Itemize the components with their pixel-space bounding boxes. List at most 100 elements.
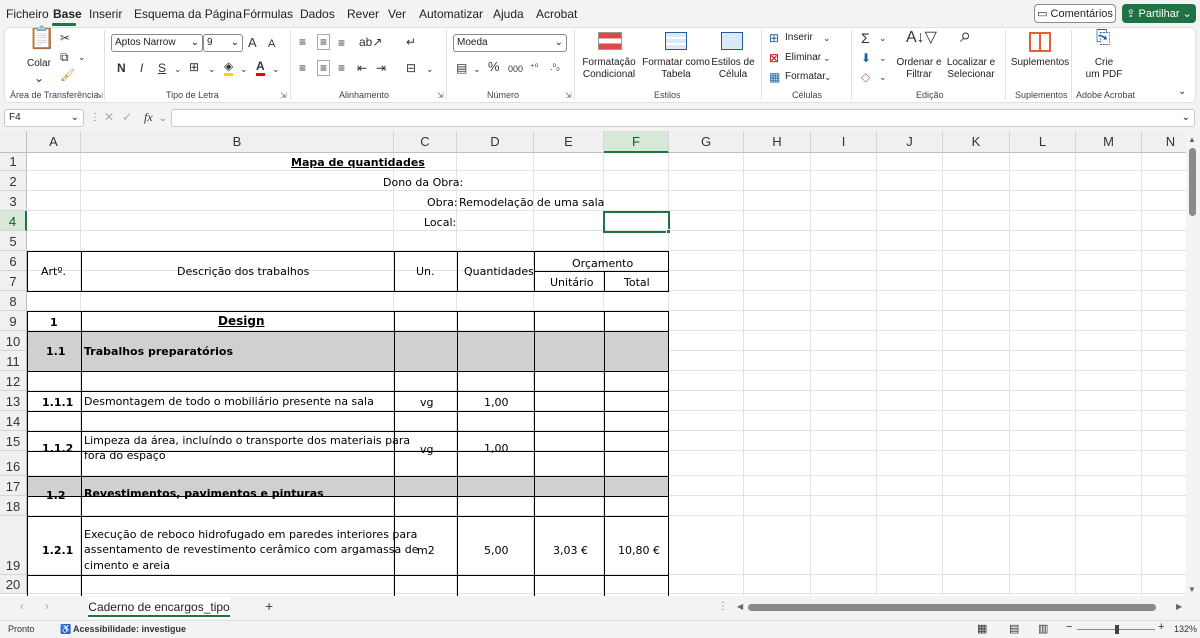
percent-button[interactable]: % bbox=[488, 60, 500, 74]
chevron-down-icon[interactable]: ⌄ bbox=[78, 50, 86, 64]
chevron-down-icon[interactable]: ⌄ bbox=[34, 71, 44, 85]
orientation-icon[interactable]: ab↗ bbox=[359, 35, 382, 49]
bold-button[interactable]: N bbox=[117, 61, 126, 75]
chevron-down-icon[interactable]: ⌄ bbox=[879, 51, 887, 65]
item-description-line[interactable]: Limpeza da área, incluíndo o transporte … bbox=[84, 433, 410, 448]
create-pdf-icon[interactable]: ⎘ bbox=[1096, 28, 1110, 46]
dialog-launcher-icon[interactable]: ⇲ bbox=[96, 91, 103, 100]
sort-filter-button[interactable]: Ordenar e Filtrar bbox=[894, 57, 944, 81]
conditional-formatting-icon[interactable] bbox=[598, 32, 622, 50]
column-header[interactable]: H bbox=[744, 131, 811, 153]
chevron-down-icon[interactable]: ⌄ bbox=[208, 62, 216, 76]
menu-esquema-da-pagina[interactable]: Esquema da Página bbox=[134, 7, 242, 21]
item-description-line[interactable]: fora do espaço bbox=[84, 448, 166, 463]
item-unit[interactable]: m2 bbox=[417, 543, 435, 558]
item-quantity[interactable]: 1,00 bbox=[484, 395, 509, 410]
cell-styles-icon[interactable] bbox=[721, 32, 743, 50]
add-ins-button[interactable]: Suplementos bbox=[1010, 57, 1070, 69]
dialog-launcher-icon[interactable]: ⇲ bbox=[437, 91, 444, 100]
increase-indent-icon[interactable]: ⇥ bbox=[376, 61, 386, 75]
sheet-tab[interactable]: Caderno de encargos_tipo bbox=[88, 597, 230, 619]
scroll-left-icon[interactable]: ◀ bbox=[737, 600, 743, 614]
enter-icon[interactable]: ✓ bbox=[122, 110, 132, 124]
row-header[interactable]: 8 bbox=[0, 291, 27, 311]
font-color-icon[interactable]: A bbox=[256, 59, 265, 76]
chevron-down-icon[interactable]: ⌄ bbox=[823, 51, 831, 65]
grow-font-icon[interactable]: A bbox=[248, 36, 257, 50]
formula-input[interactable]: ⌄ bbox=[171, 109, 1195, 127]
row-header[interactable]: 12 bbox=[0, 371, 27, 391]
chevron-down-icon[interactable]: ⌄ bbox=[174, 62, 182, 76]
fill-icon[interactable]: ⬇ bbox=[861, 51, 871, 65]
header-total[interactable]: Total bbox=[624, 275, 650, 290]
item-description[interactable]: Design bbox=[218, 314, 265, 329]
align-left-icon[interactable]: ≡ bbox=[299, 61, 306, 75]
column-header[interactable]: G bbox=[669, 131, 744, 153]
row-header[interactable]: 7 bbox=[0, 271, 27, 291]
cell-styles-button[interactable]: Estilos de Célula bbox=[710, 57, 756, 81]
menu-dados[interactable]: Dados bbox=[300, 7, 335, 21]
page-break-icon[interactable]: ▥ bbox=[1038, 622, 1048, 635]
row-header[interactable]: 3 bbox=[0, 191, 27, 211]
search-icon[interactable]: ⌕ bbox=[960, 26, 971, 46]
row-header[interactable]: 16 bbox=[0, 451, 27, 476]
font-size-combo[interactable]: 9 ⌄ bbox=[203, 34, 243, 52]
column-header[interactable]: D bbox=[457, 131, 534, 153]
find-select-button[interactable]: Localizar e Selecionar bbox=[942, 57, 1000, 81]
item-art[interactable]: 1.1.1 bbox=[42, 395, 73, 410]
select-all-corner[interactable] bbox=[0, 131, 27, 153]
accessibility-status[interactable]: Acessibilidade: investigue bbox=[73, 624, 186, 634]
align-top-icon[interactable]: ≡ bbox=[299, 35, 306, 49]
row-header[interactable]: 17 bbox=[0, 476, 27, 496]
align-bottom-icon[interactable]: ≡ bbox=[338, 36, 345, 50]
column-header[interactable]: E bbox=[534, 131, 604, 153]
item-description[interactable]: Revestimentos, pavimentos e pinturas bbox=[84, 486, 324, 501]
align-middle-icon[interactable]: ≡ bbox=[317, 34, 331, 50]
fill-handle[interactable] bbox=[666, 229, 671, 234]
chevron-down-icon[interactable]: ⌄ bbox=[824, 70, 832, 84]
item-description[interactable]: Desmontagem de todo o mobiliário present… bbox=[84, 394, 374, 409]
menu-ver[interactable]: Ver bbox=[388, 7, 406, 21]
row-header[interactable]: 14 bbox=[0, 411, 27, 431]
underline-button[interactable]: S bbox=[158, 61, 166, 75]
work-value[interactable]: Remodelação de uma sala bbox=[459, 195, 604, 210]
align-right-icon[interactable]: ≡ bbox=[338, 61, 345, 75]
column-header[interactable]: N bbox=[1142, 131, 1186, 153]
ribbon-collapse-icon[interactable]: ⌄ bbox=[1178, 85, 1186, 99]
accessibility-icon[interactable]: ♿ bbox=[60, 624, 71, 635]
conditional-formatting-button[interactable]: Formatação Condicional bbox=[579, 57, 639, 81]
menu-rever[interactable]: Rever bbox=[347, 7, 379, 21]
column-header[interactable]: I bbox=[811, 131, 877, 153]
column-header[interactable]: C bbox=[394, 131, 457, 153]
item-art[interactable]: 1.1.2 bbox=[42, 441, 73, 456]
copy-icon[interactable]: ⧉ bbox=[60, 50, 69, 64]
item-art[interactable]: 1.2.1 bbox=[42, 543, 73, 558]
chevron-down-icon[interactable]: ⌄ bbox=[823, 31, 831, 45]
row-header[interactable]: 15 bbox=[0, 431, 27, 451]
delete-cells-icon[interactable]: ⊠ bbox=[769, 51, 779, 65]
format-painter-icon[interactable]: 🖌 bbox=[60, 68, 75, 82]
row-header[interactable]: 6 bbox=[0, 251, 27, 271]
autosum-icon[interactable]: Σ bbox=[861, 31, 870, 45]
item-description-line[interactable]: Execução de reboco hidrofugado em parede… bbox=[84, 527, 417, 542]
insert-button[interactable]: Inserir bbox=[785, 32, 813, 44]
item-art[interactable]: 1.1 bbox=[46, 344, 66, 359]
paste-icon[interactable]: 📋 bbox=[28, 27, 55, 49]
cancel-icon[interactable]: ✕ bbox=[104, 110, 114, 124]
menu-acrobat[interactable]: Acrobat bbox=[536, 7, 577, 21]
chevron-down-icon[interactable]: ⌄ bbox=[879, 70, 887, 84]
header-budget[interactable]: Orçamento bbox=[572, 256, 633, 271]
item-unit[interactable]: vg bbox=[420, 395, 434, 410]
menu-ficheiro[interactable]: Ficheiro bbox=[6, 7, 49, 21]
column-header[interactable]: K bbox=[943, 131, 1010, 153]
work-label[interactable]: Obra: bbox=[427, 195, 458, 210]
normal-view-icon[interactable]: ▦ bbox=[977, 622, 987, 635]
cut-icon[interactable]: ✂ bbox=[60, 31, 70, 45]
column-header[interactable]: J bbox=[877, 131, 943, 153]
format-button[interactable]: Formatar bbox=[785, 71, 826, 83]
format-cells-icon[interactable]: ▦ bbox=[769, 70, 780, 84]
menu-automatizar[interactable]: Automatizar bbox=[419, 7, 483, 21]
fill-color-icon[interactable]: ◈ bbox=[224, 59, 234, 76]
scroll-up-icon[interactable]: ▲ bbox=[1188, 133, 1196, 147]
header-unit-price[interactable]: Unitário bbox=[550, 275, 593, 290]
